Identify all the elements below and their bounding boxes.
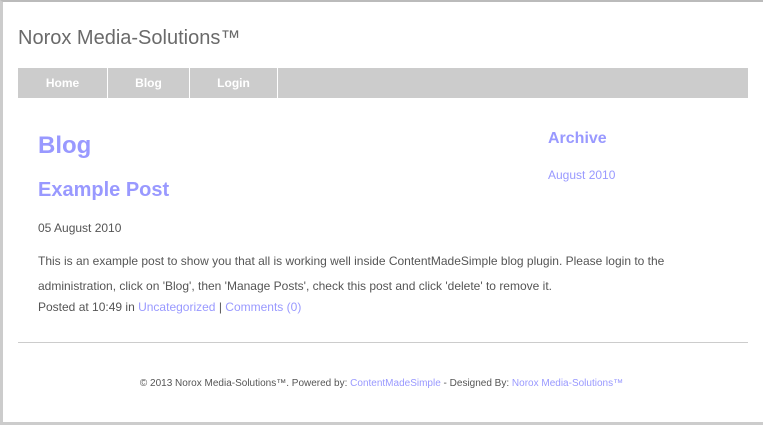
designed-by: - Designed By: xyxy=(443,378,510,389)
category-link[interactable]: Uncategorized xyxy=(138,300,215,314)
divider xyxy=(18,342,748,343)
designer-link[interactable]: Norox Media-Solutions™ xyxy=(512,378,623,389)
post-title: Example Post xyxy=(38,179,170,201)
post-meta: Posted at 10:49 in Uncategorized | Comme… xyxy=(38,300,301,314)
separator: | xyxy=(218,300,222,314)
nav-home[interactable]: Home xyxy=(18,68,108,98)
post-body: This is an example post to show you that… xyxy=(38,254,665,293)
footer: © 2013 Norox Media-Solutions™. Powered b… xyxy=(0,378,763,389)
comments-link[interactable]: Comments (0) xyxy=(225,300,301,314)
page-heading: Blog xyxy=(38,132,92,159)
nav-login[interactable]: Login xyxy=(190,68,278,98)
post-date: 05 August 2010 xyxy=(38,221,122,235)
copyright: © 2013 Norox Media-Solutions™. Powered b… xyxy=(139,378,348,389)
archive-heading: Archive xyxy=(548,130,607,147)
cms-link[interactable]: ContentMadeSimple xyxy=(350,378,441,389)
site-title: Norox Media-Solutions™ xyxy=(18,27,241,49)
posted-prefix: Posted at 10:49 in xyxy=(38,300,135,314)
main-nav: Home Blog Login xyxy=(18,68,748,98)
archive-link[interactable]: August 2010 xyxy=(548,168,615,182)
page-frame xyxy=(0,0,763,425)
nav-blog[interactable]: Blog xyxy=(108,68,190,98)
